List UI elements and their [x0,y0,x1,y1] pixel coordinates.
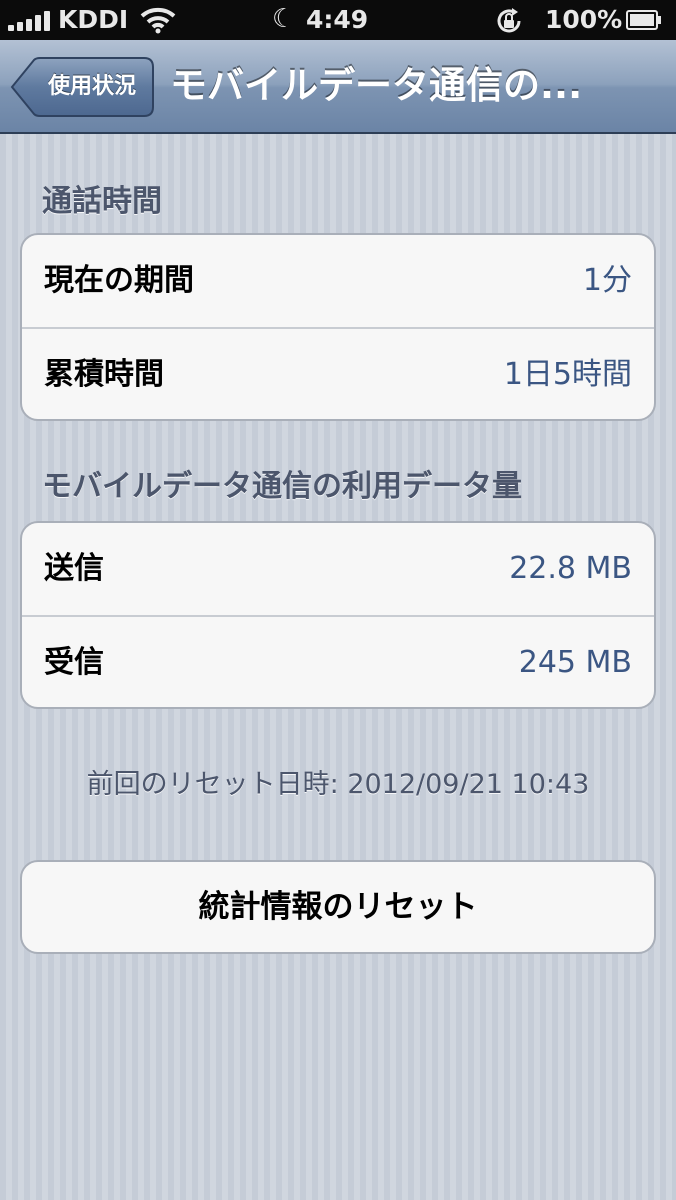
navigation-bar: 使用状況 モバイルデータ通信の... [0,40,676,134]
page-title: モバイルデータ通信の... [170,64,583,107]
battery-percentage: 100% [545,5,623,34]
row-value: 1日5時間 [503,357,632,392]
status-bar: KDDI ☾ 4:49 100% [0,0,676,40]
moon-icon: ☾ [272,4,296,34]
row-label: 現在の期間 [44,263,194,298]
table-row-received: 受信 245 MB [22,615,654,707]
cellular-data-group: 送信 22.8 MB 受信 245 MB [20,521,656,709]
table-row-current-period: 現在の期間 1分 [22,235,654,327]
signal-icon [8,11,54,31]
back-button[interactable]: 使用状況 [10,57,154,117]
carrier-name: KDDI [58,5,129,34]
call-time-header: 通話時間 [42,184,162,219]
status-time: 4:49 [306,5,369,34]
row-value: 22.8 MB [509,551,632,586]
battery-icon [626,10,661,30]
row-value: 245 MB [518,645,632,680]
call-time-group: 現在の期間 1分 累積時間 1日5時間 [20,233,656,421]
row-value: 1分 [582,263,632,298]
wifi-icon [140,7,176,34]
rotation-lock-icon [497,8,521,33]
back-button-label: 使用状況 [47,74,136,99]
row-label: 送信 [44,551,104,586]
cellular-data-header: モバイルデータ通信の利用データ量 [42,469,522,504]
last-reset-note: 前回のリセット日時: 2012/09/21 10:43 [86,769,590,800]
reset-statistics-button[interactable]: 統計情報のリセット [20,860,656,954]
row-label: 累積時間 [44,357,164,392]
table-row-lifetime: 累積時間 1日5時間 [22,327,654,419]
table-row-sent: 送信 22.8 MB [22,523,654,615]
row-label: 受信 [44,645,104,680]
